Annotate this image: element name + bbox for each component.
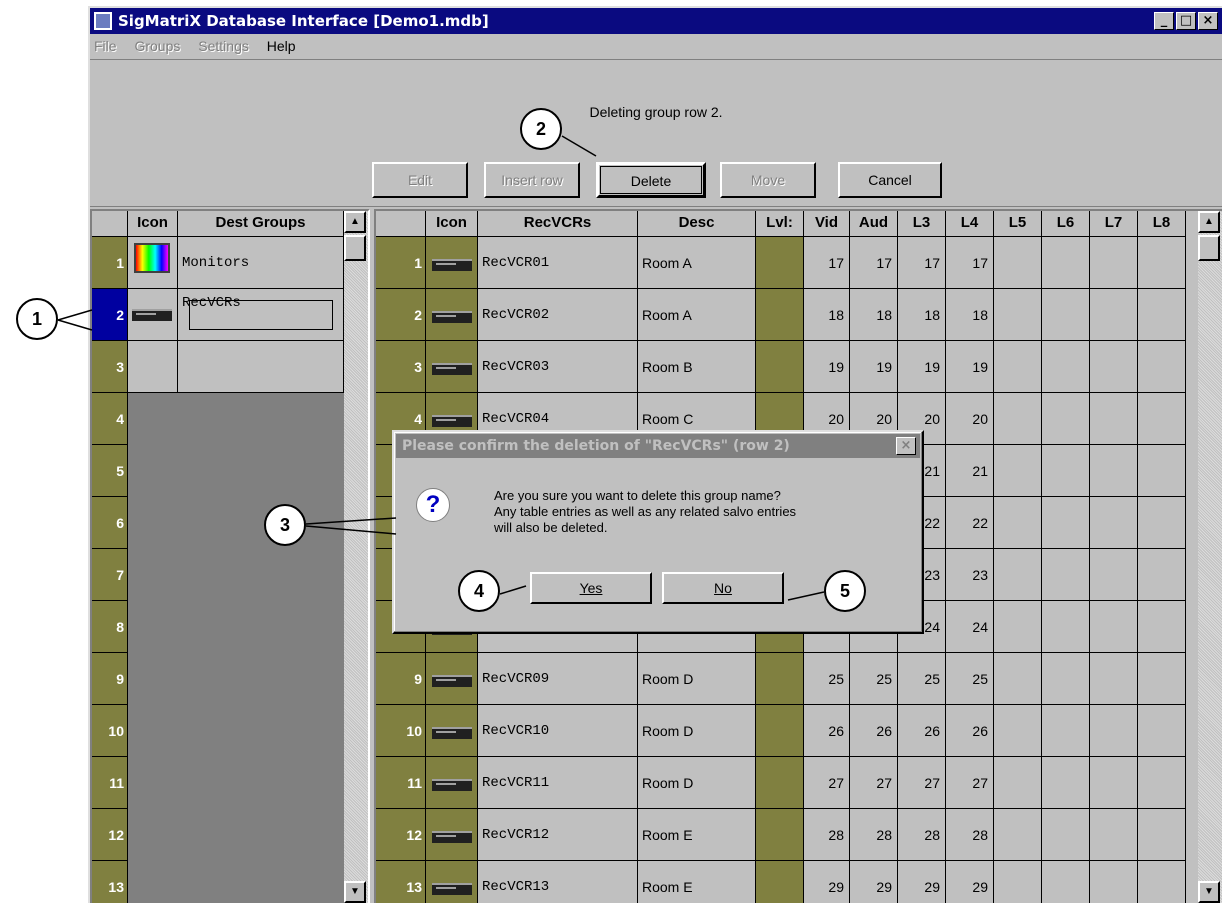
callout-5: 5 — [824, 570, 866, 612]
callout-leaders — [57, 135, 825, 601]
callout-1: 1 — [16, 298, 58, 340]
callout-3: 3 — [264, 504, 306, 546]
callout-2: 2 — [520, 108, 562, 150]
callout-4: 4 — [458, 570, 500, 612]
